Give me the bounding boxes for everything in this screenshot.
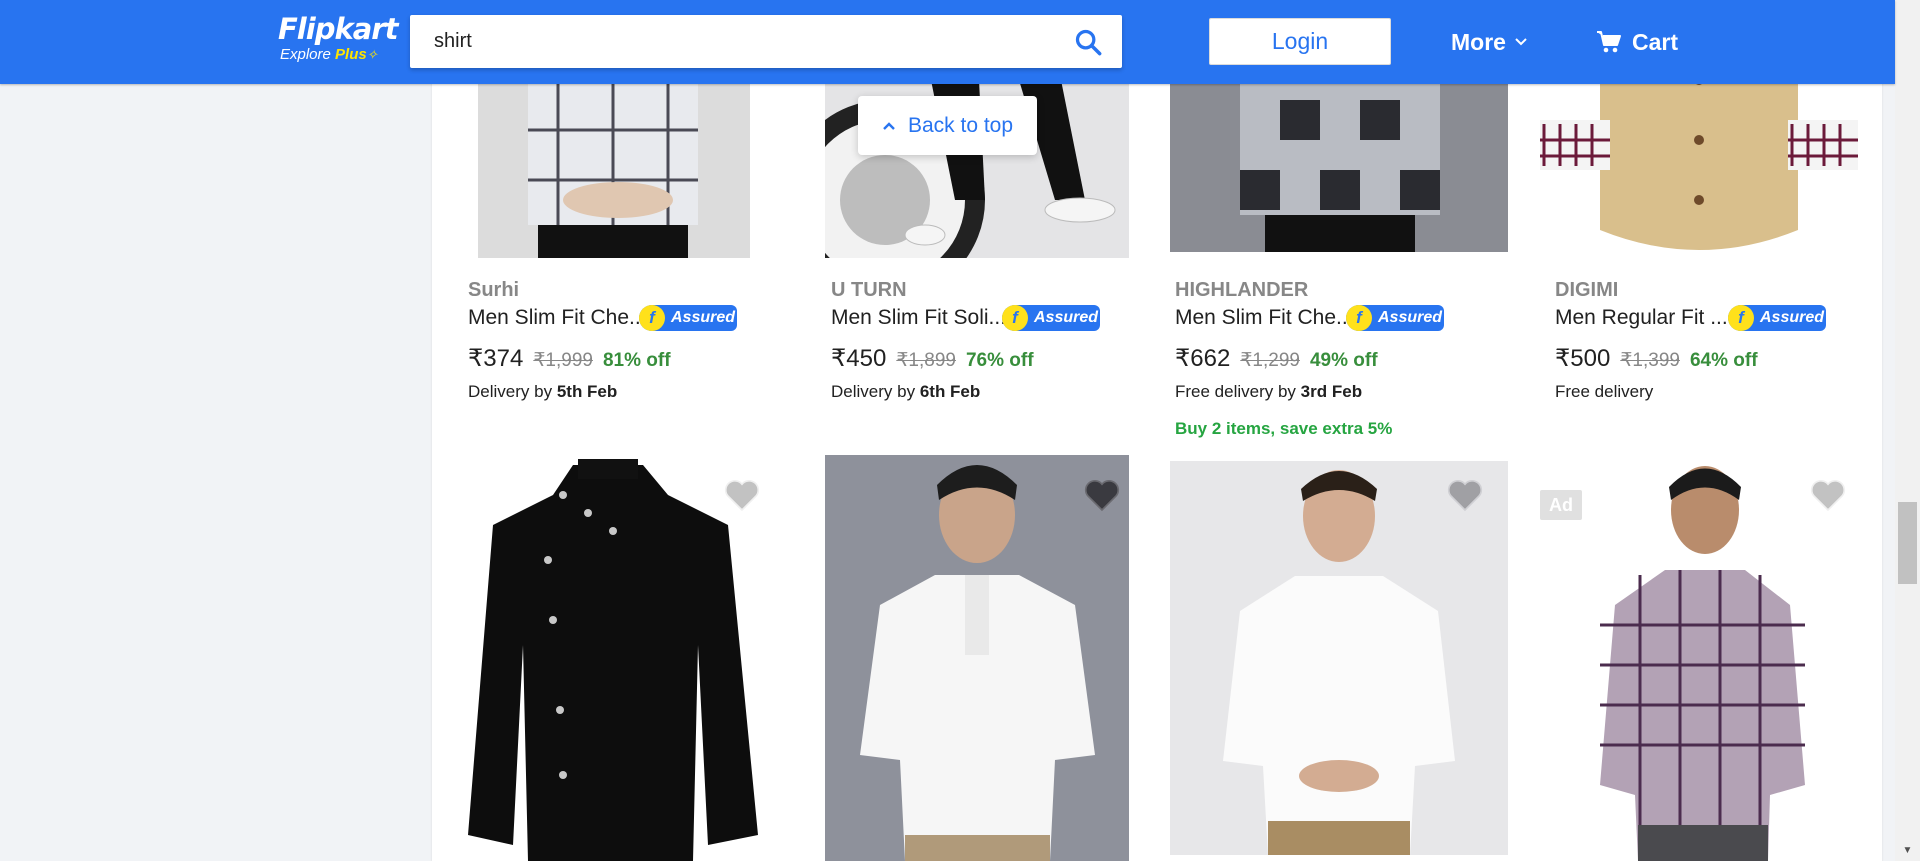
product-price: ₹450 [831,345,887,372]
wishlist-heart-icon[interactable] [1082,475,1122,515]
assured-label: Assured [1378,309,1443,326]
more-menu-button[interactable]: More [1451,24,1528,60]
delivery-info: Delivery by 6th Feb [831,382,980,402]
product-brand: HIGHLANDER [1175,279,1309,301]
assured-badge: f Assured [639,305,737,331]
product-discount: 76% off [965,350,1034,371]
product-title[interactable]: Men Regular Fit ... [1555,306,1728,330]
top-header: Flipkart Explore Plus✧ Login More Cart [0,0,1895,84]
product-brand: U TURN [831,279,907,301]
bulk-offer-text: Buy 2 items, save extra 5% [1175,419,1393,438]
search-box [410,15,1122,68]
product-image[interactable] [1170,461,1508,855]
chevron-up-icon [883,121,895,130]
wishlist-heart-icon[interactable] [1445,475,1485,515]
wishlist-heart-icon[interactable] [722,475,762,515]
product-image[interactable] [468,455,758,861]
chevron-down-icon [1515,38,1527,46]
cart-label: Cart [1632,28,1679,55]
product-card[interactable] [792,450,1155,861]
product-brand: DIGIMI [1555,279,1619,301]
cart-button[interactable]: Cart [1596,24,1678,60]
assured-label: Assured [1760,309,1825,326]
product-image[interactable] [1540,455,1858,861]
product-title[interactable]: Men Slim Fit Che... [1175,306,1354,330]
product-discount: 64% off [1689,350,1758,371]
delivery-date: 6th Feb [919,382,981,401]
wishlist-heart-icon[interactable] [1808,475,1848,515]
flipkart-f-icon: f [1002,305,1028,331]
product-grid: Surhi Men Slim Fit Che... f Assured ₹374 … [432,0,1882,861]
flipkart-logo[interactable]: Flipkart Explore Plus✧ [278,13,398,69]
assured-badge: f Assured [1728,305,1826,331]
product-title[interactable]: Men Slim Fit Soli... [831,306,1006,330]
delivery-prefix: Free delivery [1555,382,1654,401]
cart-icon [1597,31,1621,53]
scroll-down-arrow-icon[interactable]: ▼ [1895,841,1920,861]
assured-label: Assured [671,309,736,326]
product-mrp: ₹1,299 [1240,350,1300,371]
filters-sidebar [0,84,432,861]
flipkart-f-icon: f [1728,305,1754,331]
product-card[interactable] [1155,450,1518,861]
delivery-info: Delivery by 5th Feb [468,382,617,402]
back-to-top-button[interactable]: Back to top [858,96,1037,155]
vertical-scrollbar[interactable]: ▼ [1895,0,1920,861]
delivery-date: 5th Feb [556,382,618,401]
plus-star-icon: ✧ [366,47,378,62]
delivery-date: 3rd Feb [1300,382,1363,401]
product-price: ₹662 [1175,345,1231,372]
ad-badge: Ad [1540,490,1582,520]
product-card[interactable] [432,450,792,861]
more-label: More [1451,28,1506,55]
product-image[interactable] [825,455,1129,861]
search-input[interactable] [410,15,1050,68]
product-title[interactable]: Men Slim Fit Che... [468,306,647,330]
price-line: ₹662 ₹1,299 49% off [1175,344,1378,373]
flipkart-f-icon: f [639,305,665,331]
product-discount: 49% off [1309,350,1378,371]
product-card[interactable]: Ad [1518,450,1880,861]
flipkart-f-icon: f [1346,305,1372,331]
delivery-prefix: Delivery by [468,382,553,401]
scrollbar-thumb[interactable] [1898,502,1917,584]
product-mrp: ₹1,899 [896,350,956,371]
price-line: ₹500 ₹1,399 64% off [1555,344,1758,373]
product-brand: Surhi [468,279,520,301]
logo-explore-text: Explore [280,46,331,63]
logo-plus-text: Plus [335,46,367,63]
logo-text: Flipkart [278,12,398,46]
product-price: ₹374 [468,345,524,372]
product-price: ₹500 [1555,345,1611,372]
assured-badge: f Assured [1002,305,1100,331]
delivery-prefix: Delivery by [831,382,916,401]
assured-badge: f Assured [1346,305,1444,331]
delivery-info: Free delivery [1555,382,1653,402]
price-line: ₹374 ₹1,999 81% off [468,344,671,373]
search-icon[interactable] [1074,28,1102,56]
price-line: ₹450 ₹1,899 76% off [831,344,1034,373]
product-discount: 81% off [602,350,671,371]
product-mrp: ₹1,999 [533,350,593,371]
delivery-info: Free delivery by 3rd Feb [1175,382,1362,402]
logo-subtext: Explore Plus✧ [278,45,398,65]
delivery-prefix: Free delivery by [1175,382,1296,401]
product-mrp: ₹1,399 [1620,350,1680,371]
back-to-top-label: Back to top [907,113,1014,137]
login-button[interactable]: Login [1209,18,1391,65]
assured-label: Assured [1034,309,1099,326]
